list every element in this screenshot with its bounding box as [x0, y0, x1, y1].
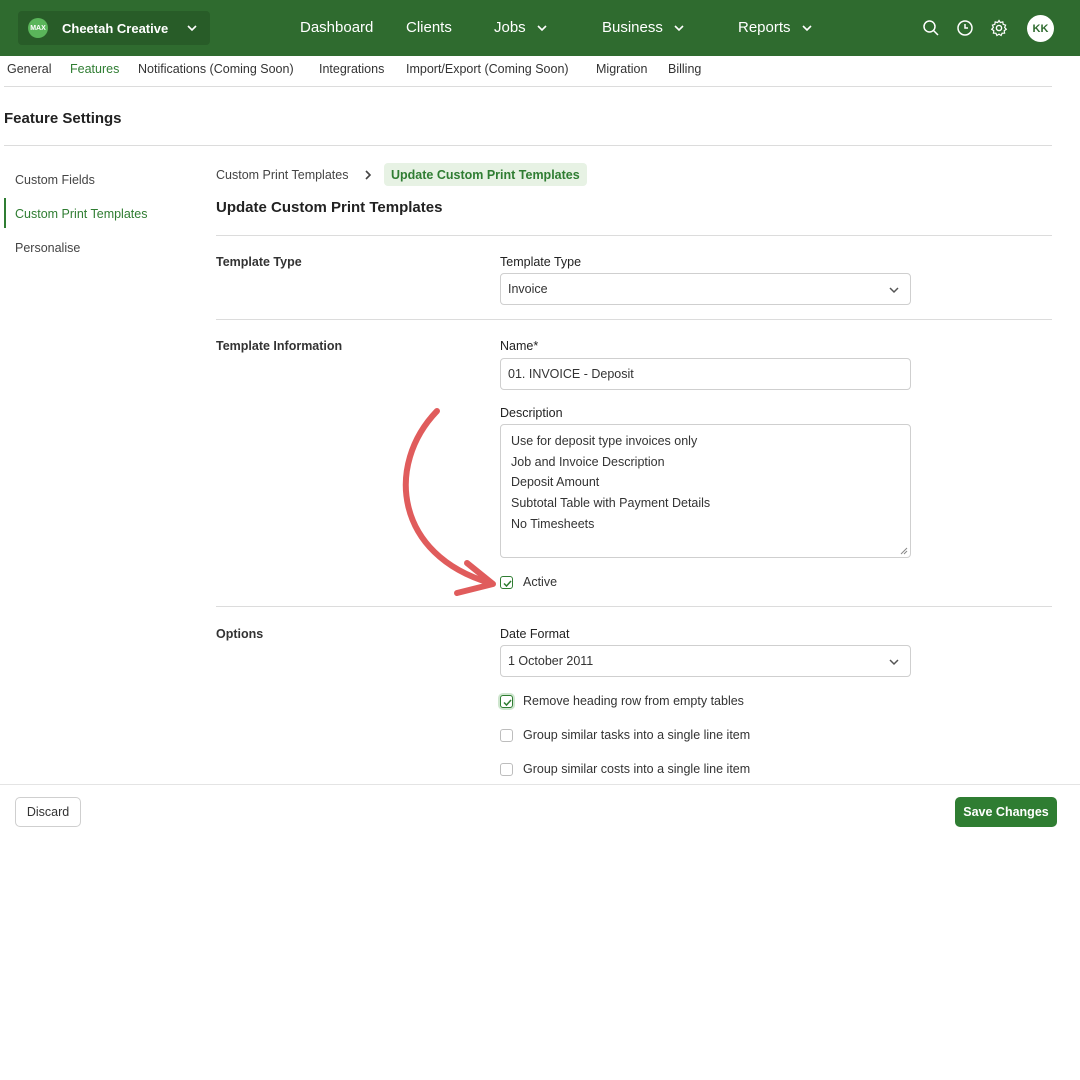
tab-integrations[interactable]: Integrations: [319, 62, 384, 76]
section-title: Update Custom Print Templates: [216, 199, 443, 216]
search-icon[interactable]: [920, 17, 942, 39]
tab-general[interactable]: General: [7, 62, 51, 76]
chevron-down-icon: [674, 24, 684, 31]
gear-icon[interactable]: [988, 17, 1010, 39]
chevron-down-icon: [187, 25, 197, 32]
divider: [4, 86, 1052, 87]
tab-billing[interactable]: Billing: [668, 62, 701, 76]
side-item-custom-print-templates[interactable]: Custom Print Templates: [15, 207, 147, 221]
active-label: Active: [523, 575, 558, 589]
nav-reports-label: Reports: [738, 19, 791, 36]
top-navigation-bar: MAX Cheetah Creative ( Dashboard Clients…: [0, 0, 1080, 56]
chevron-down-icon: [801, 24, 812, 31]
side-item-personalise[interactable]: Personalise: [15, 241, 80, 255]
nav-business[interactable]: Business: [602, 19, 685, 36]
resize-handle-icon[interactable]: [899, 546, 908, 555]
group-tasks-checkbox[interactable]: [500, 729, 513, 742]
clock-icon[interactable]: [954, 17, 976, 39]
template-info-section-label: Template Information: [216, 339, 343, 353]
footer-divider: [0, 784, 1080, 785]
nav-jobs-label: Jobs: [494, 19, 526, 36]
description-line: Deposit Amount: [511, 475, 600, 490]
page-title: Feature Settings: [4, 110, 122, 127]
divider: [216, 235, 1052, 236]
date-format-select[interactable]: 1 October 2011: [500, 645, 911, 677]
chevron-right-icon: [365, 170, 372, 180]
org-badge: MAX: [28, 18, 48, 38]
remove-heading-row-checkbox[interactable]: [500, 695, 513, 708]
nav-business-label: Business: [602, 19, 663, 36]
nav-dashboard-label: Dashboard: [300, 19, 374, 36]
name-value: 01. INVOICE - Deposit: [508, 367, 634, 381]
chevron-down-icon: [889, 659, 899, 666]
description-line: No Timesheets: [511, 516, 595, 531]
date-format-value: 1 October 2011: [508, 654, 594, 668]
description-line: Subtotal Table with Payment Details: [511, 496, 711, 511]
tab-features[interactable]: Features: [70, 62, 119, 76]
avatar[interactable]: KK: [1027, 15, 1054, 42]
tab-migration[interactable]: Migration: [596, 62, 647, 76]
tab-import-export[interactable]: Import/Export (Coming Soon): [406, 62, 569, 76]
discard-button[interactable]: Discard: [15, 797, 81, 827]
nav-dashboard[interactable]: Dashboard: [300, 19, 373, 36]
template-type-value: Invoice: [508, 282, 548, 296]
template-type-label: Template Type: [500, 255, 582, 269]
tab-notifications[interactable]: Notifications (Coming Soon): [138, 62, 294, 76]
group-costs-label: Group similar costs into a single line i…: [523, 762, 751, 776]
description-line: Job and Invoice Description: [511, 454, 665, 469]
description-line: Use for deposit type invoices only: [511, 434, 698, 448]
active-indicator: [4, 198, 6, 228]
divider: [216, 319, 1052, 320]
checkmark-icon: [503, 699, 512, 707]
group-costs-checkbox[interactable]: [500, 763, 513, 776]
nav-clients[interactable]: Clients: [406, 19, 452, 36]
chevron-down-icon: [889, 287, 899, 294]
organization-switcher[interactable]: MAX Cheetah Creative (: [18, 11, 210, 45]
nav-jobs[interactable]: Jobs: [494, 19, 548, 36]
name-input[interactable]: 01. INVOICE - Deposit: [500, 358, 911, 390]
name-label: Name*: [500, 339, 539, 353]
chevron-down-icon: [537, 24, 547, 31]
divider: [216, 606, 1052, 607]
org-name: Cheetah Creative (: [62, 20, 172, 36]
date-format-label: Date Format: [500, 627, 570, 641]
nav-reports[interactable]: Reports: [738, 19, 813, 36]
breadcrumb-parent[interactable]: Custom Print Templates: [216, 168, 348, 182]
group-tasks-label: Group similar tasks into a single line i…: [523, 728, 751, 742]
nav-clients-label: Clients: [406, 19, 452, 36]
template-type-section-label: Template Type: [216, 255, 302, 269]
save-changes-button[interactable]: Save Changes: [955, 797, 1057, 827]
breadcrumb-current: Update Custom Print Templates: [384, 163, 587, 186]
options-section-label: Options: [216, 627, 264, 641]
description-textarea[interactable]: Use for deposit type invoices only Job a…: [500, 424, 911, 558]
template-type-select[interactable]: Invoice: [500, 273, 911, 305]
annotation-arrow-icon: [402, 408, 496, 596]
remove-heading-row-label: Remove heading row from empty tables: [523, 694, 744, 708]
divider: [4, 145, 1052, 146]
settings-tabs: General Features Notifications (Coming S…: [0, 56, 1080, 86]
side-item-custom-fields[interactable]: Custom Fields: [15, 173, 95, 187]
